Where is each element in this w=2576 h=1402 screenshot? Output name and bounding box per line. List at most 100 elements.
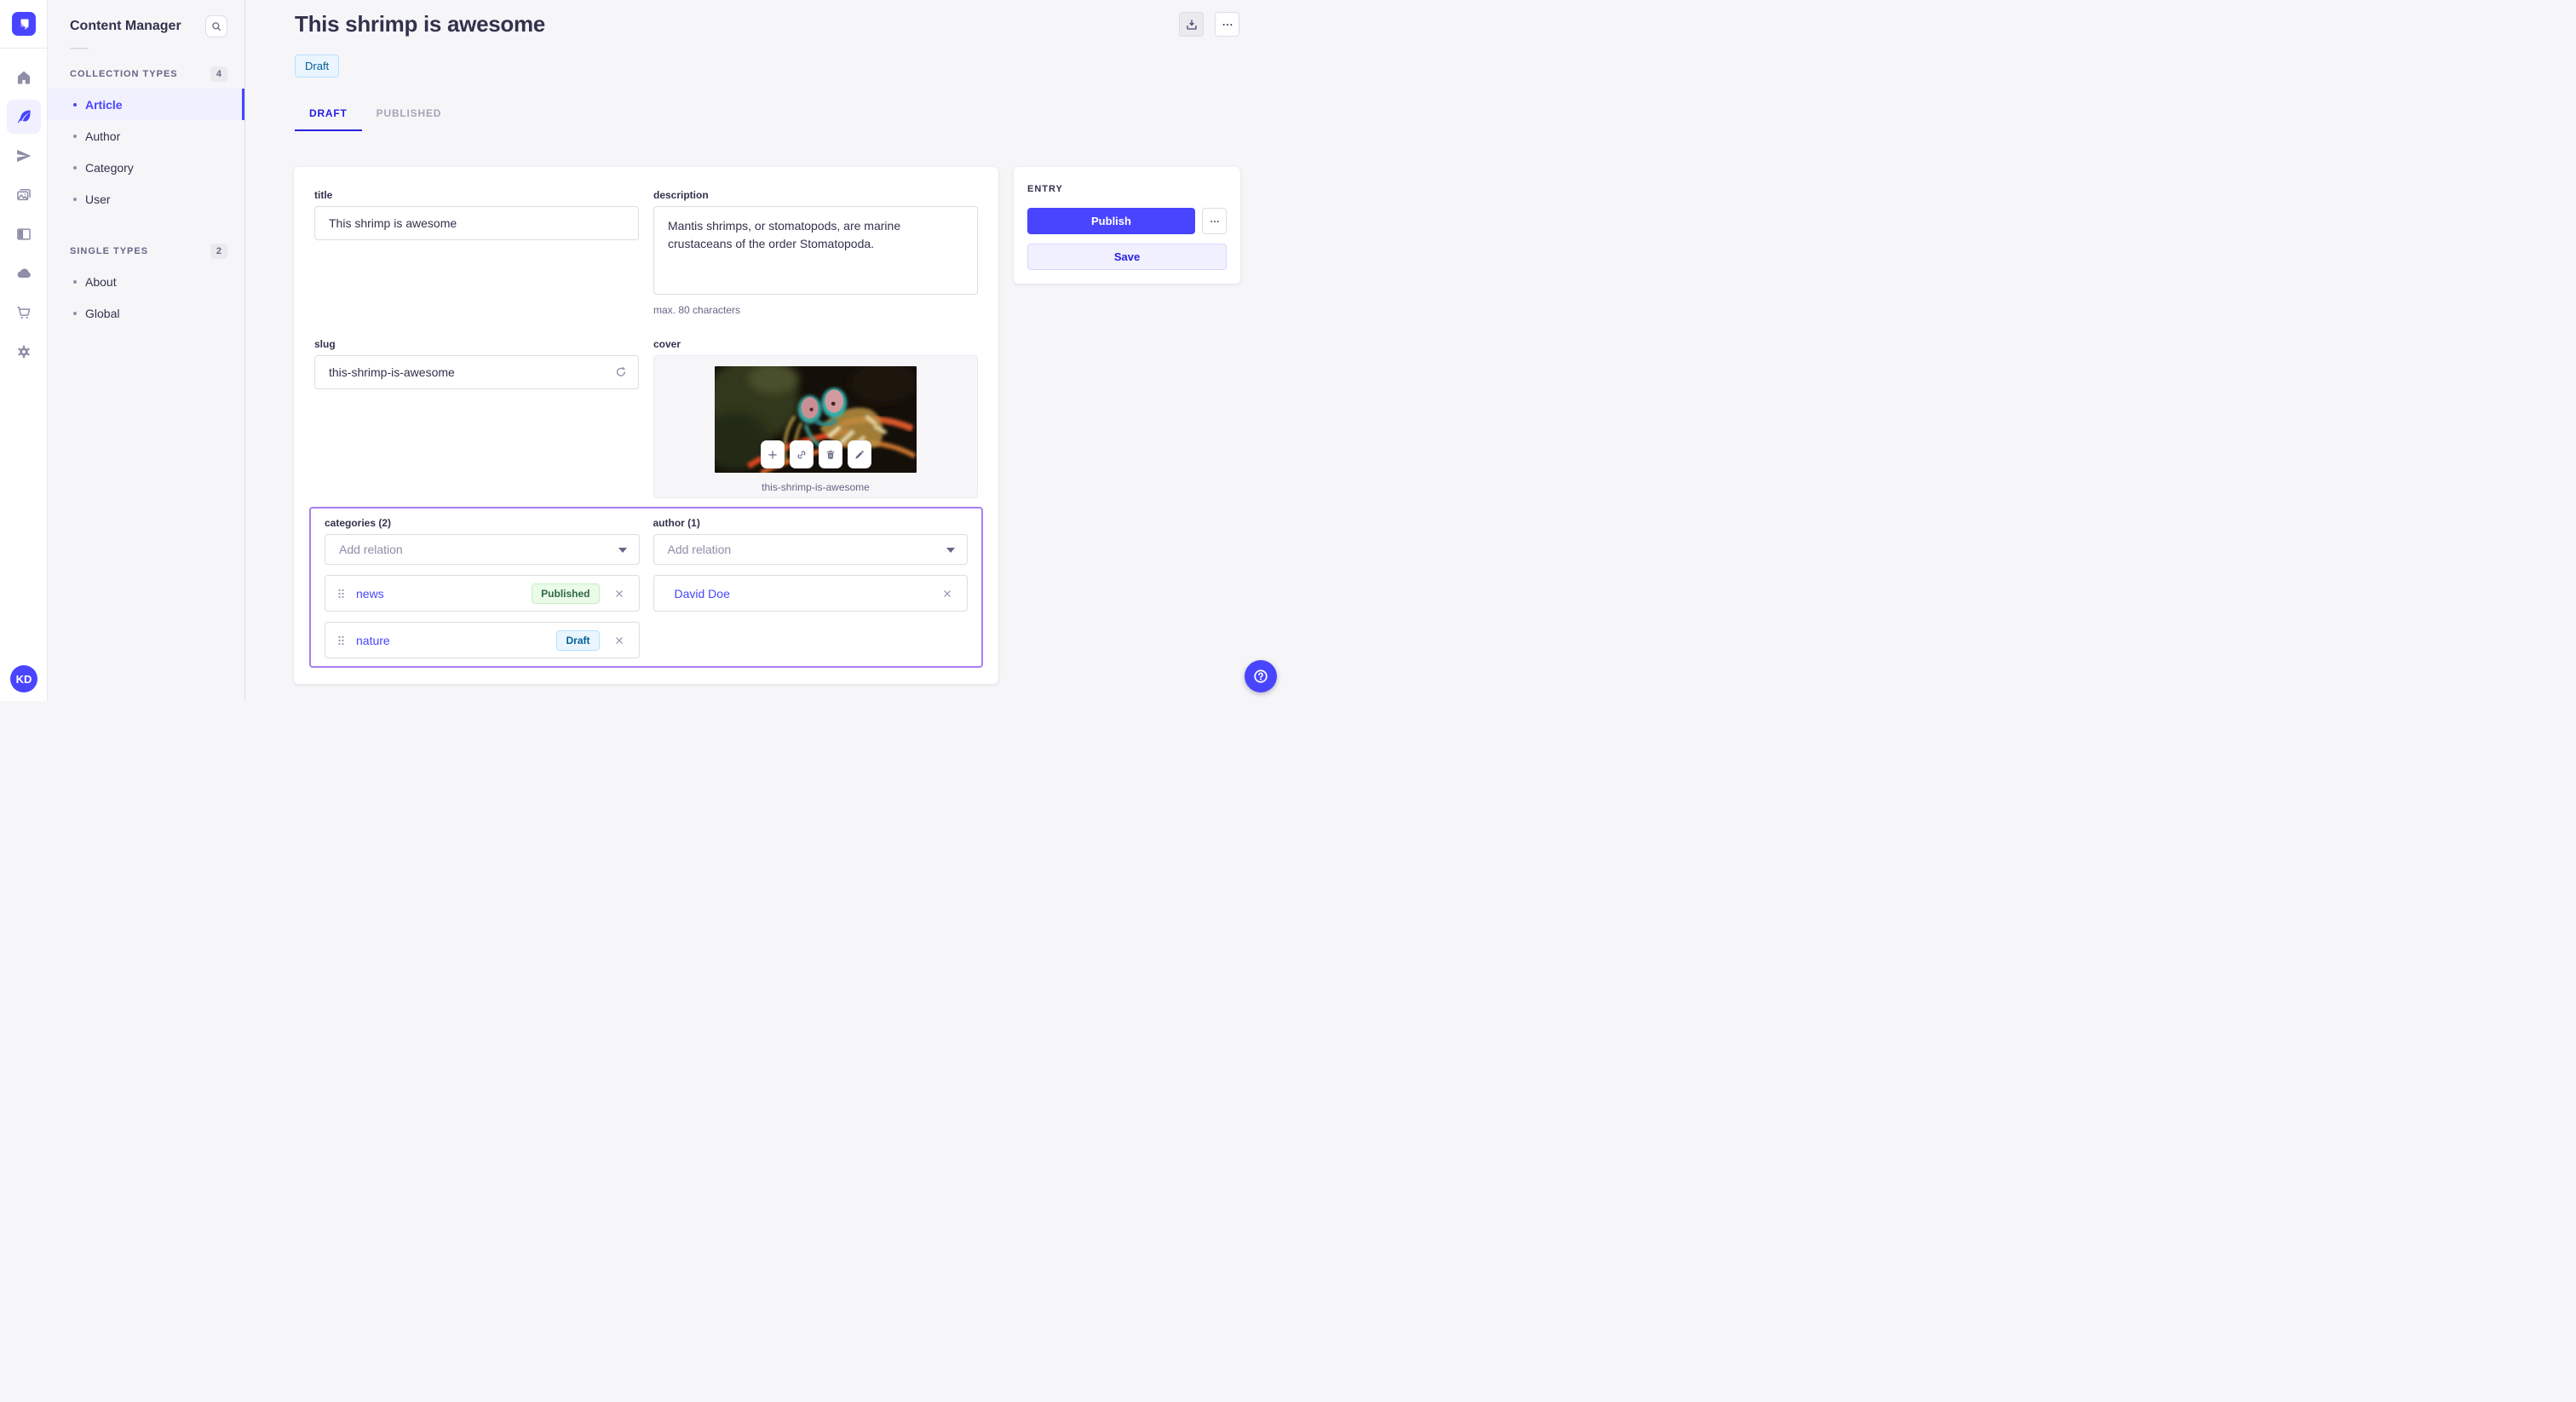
cover-label: cover — [653, 338, 681, 350]
app-window: KD Content Manager COLLECTION TYPES 4 Ar… — [0, 0, 1288, 701]
rail-icon-list — [6, 49, 41, 374]
save-button[interactable]: Save — [1027, 244, 1227, 270]
entry-more-button[interactable] — [1202, 208, 1227, 234]
entry-actions-row: Publish — [1027, 208, 1227, 234]
regenerate-slug-button[interactable] — [608, 359, 634, 385]
entry-panel: ENTRY Publish Save — [1014, 167, 1240, 284]
paper-plane-icon[interactable] — [7, 139, 41, 173]
sidebar-item-article[interactable]: Article — [48, 89, 244, 120]
sidebar-item-global[interactable]: Global — [48, 297, 244, 329]
author-field: author (1) Add relation David Doe — [653, 517, 968, 666]
sidebar-item-label: Article — [85, 97, 123, 112]
cart-icon[interactable] — [7, 296, 41, 330]
relation-row-nature: nature Draft — [325, 622, 640, 658]
relations-highlight-box: categories (2) Add relation news Publish… — [309, 507, 983, 668]
sidebar-item-label: About — [85, 274, 117, 289]
sidebar-item-label: User — [85, 192, 111, 206]
categories-field: categories (2) Add relation news Publish… — [325, 517, 640, 666]
form-row-2: slug cover — [314, 338, 978, 507]
remove-relation-button[interactable] — [612, 586, 627, 601]
relation-link[interactable]: David Doe — [675, 587, 940, 600]
collection-types-section: COLLECTION TYPES 4 Article Author Catego… — [48, 61, 244, 215]
relation-row-news: news Published — [325, 575, 640, 612]
drag-handle-icon[interactable] — [336, 635, 346, 646]
relation-status-badge: Published — [532, 583, 600, 604]
status-badge: Draft — [295, 55, 340, 78]
link-icon — [797, 451, 805, 458]
home-icon[interactable] — [7, 60, 41, 95]
close-icon — [615, 636, 623, 644]
download-icon — [1186, 19, 1197, 30]
publish-button[interactable]: Publish — [1027, 208, 1195, 234]
title-label: title — [314, 189, 333, 201]
tab-published[interactable]: PUBLISHED — [362, 101, 457, 131]
question-mark-icon — [1254, 669, 1268, 683]
feather-icon[interactable] — [6, 100, 41, 134]
collection-types-head: COLLECTION TYPES 4 — [48, 61, 244, 89]
nav-rail: KD — [0, 0, 48, 701]
collection-types-label: COLLECTION TYPES — [70, 69, 178, 79]
trash-icon — [826, 450, 834, 459]
description-input[interactable]: Mantis shrimps, or stomatopods, are mari… — [653, 206, 978, 295]
strapi-logo-icon — [20, 19, 28, 30]
sidebar-item-label: Global — [85, 306, 120, 320]
more-horizontal-icon — [1222, 23, 1232, 26]
subnav-divider — [70, 48, 89, 49]
cover-image-wrap — [715, 366, 917, 473]
entry-heading: ENTRY — [1027, 184, 1063, 194]
gear-icon[interactable] — [7, 335, 41, 369]
bullet-icon — [73, 165, 77, 170]
description-field: description Mantis shrimps, or stomatopo… — [653, 189, 978, 338]
collection-types-count: 4 — [210, 66, 227, 82]
logo-container — [0, 0, 47, 49]
slug-field: slug — [314, 338, 639, 507]
strapi-logo[interactable] — [11, 12, 36, 36]
cloud-icon[interactable] — [7, 256, 41, 290]
pencil-icon — [854, 450, 864, 459]
export-button[interactable] — [1179, 12, 1204, 37]
title-input[interactable] — [314, 206, 639, 240]
header-more-button[interactable] — [1215, 12, 1239, 37]
tab-draft[interactable]: DRAFT — [295, 101, 362, 131]
single-types-label: SINGLE TYPES — [70, 246, 149, 256]
sidebar-item-about[interactable]: About — [48, 266, 244, 297]
add-asset-button[interactable] — [760, 440, 785, 468]
images-icon[interactable] — [7, 178, 41, 212]
delete-asset-button[interactable] — [818, 440, 842, 468]
help-button[interactable] — [1245, 660, 1277, 692]
edit-asset-button[interactable] — [847, 440, 871, 468]
sidebar-item-category[interactable]: Category — [48, 152, 244, 183]
single-types-head: SINGLE TYPES 2 — [48, 238, 244, 266]
categories-placeholder: Add relation — [339, 543, 403, 556]
chevron-down-icon — [618, 548, 627, 553]
description-label: description — [653, 189, 709, 201]
single-types-count: 2 — [210, 244, 227, 259]
sidebar-item-author[interactable]: Author — [48, 120, 244, 152]
relation-link[interactable]: nature — [356, 634, 556, 647]
categories-relation-select[interactable]: Add relation — [325, 534, 640, 565]
search-button[interactable] — [205, 15, 227, 37]
chevron-down-icon — [946, 548, 955, 553]
layout-icon[interactable] — [7, 217, 41, 251]
remove-relation-button[interactable] — [940, 586, 955, 601]
version-tabs: DRAFT PUBLISHED — [295, 101, 456, 131]
author-relation-select[interactable]: Add relation — [653, 534, 968, 565]
form-row-1: title description Mantis shrimps, or sto… — [314, 189, 978, 338]
sidebar-item-user[interactable]: User — [48, 183, 244, 215]
relation-row-author: David Doe — [653, 575, 968, 612]
slug-input[interactable] — [314, 355, 639, 389]
description-hint: max. 80 characters — [653, 304, 741, 316]
plus-icon — [768, 450, 777, 459]
remove-relation-button[interactable] — [612, 633, 627, 648]
cover-field: cover this-shrimp-is-awesome — [653, 338, 978, 507]
single-types-section: SINGLE TYPES 2 About Global — [48, 238, 244, 329]
author-label: author (1) — [653, 517, 700, 529]
user-avatar[interactable]: KD — [10, 665, 37, 692]
copy-link-button[interactable] — [789, 440, 814, 468]
sidebar-item-label: Category — [85, 160, 134, 175]
bullet-icon — [73, 102, 77, 106]
relation-link[interactable]: news — [356, 587, 532, 600]
drag-handle-icon[interactable] — [336, 588, 346, 600]
subnav-header: Content Manager — [48, 0, 244, 46]
cover-caption: this-shrimp-is-awesome — [762, 481, 870, 493]
